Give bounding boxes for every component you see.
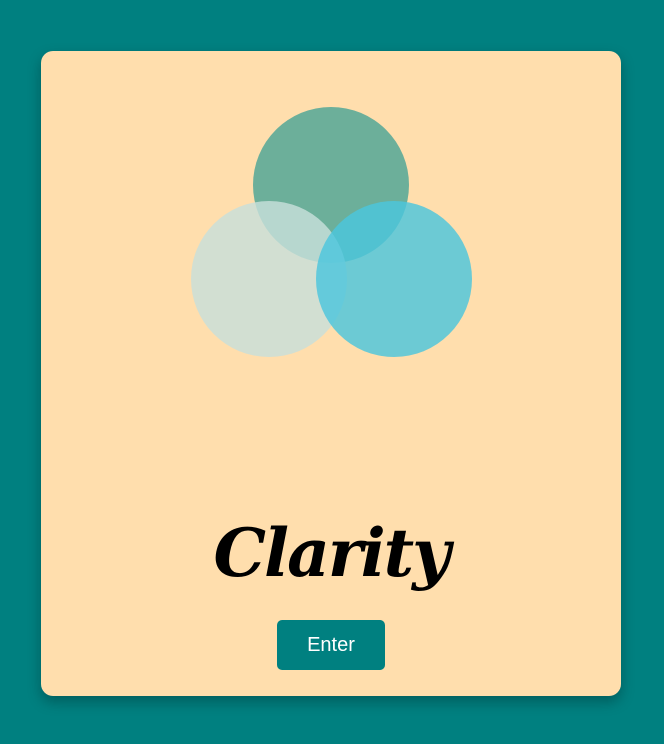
clarity-logo: [191, 107, 472, 357]
welcome-card: Clarity Enter: [41, 51, 621, 696]
enter-button[interactable]: Enter: [277, 620, 385, 670]
logo-right-circle: [316, 201, 472, 357]
app-title: Clarity: [213, 514, 450, 592]
